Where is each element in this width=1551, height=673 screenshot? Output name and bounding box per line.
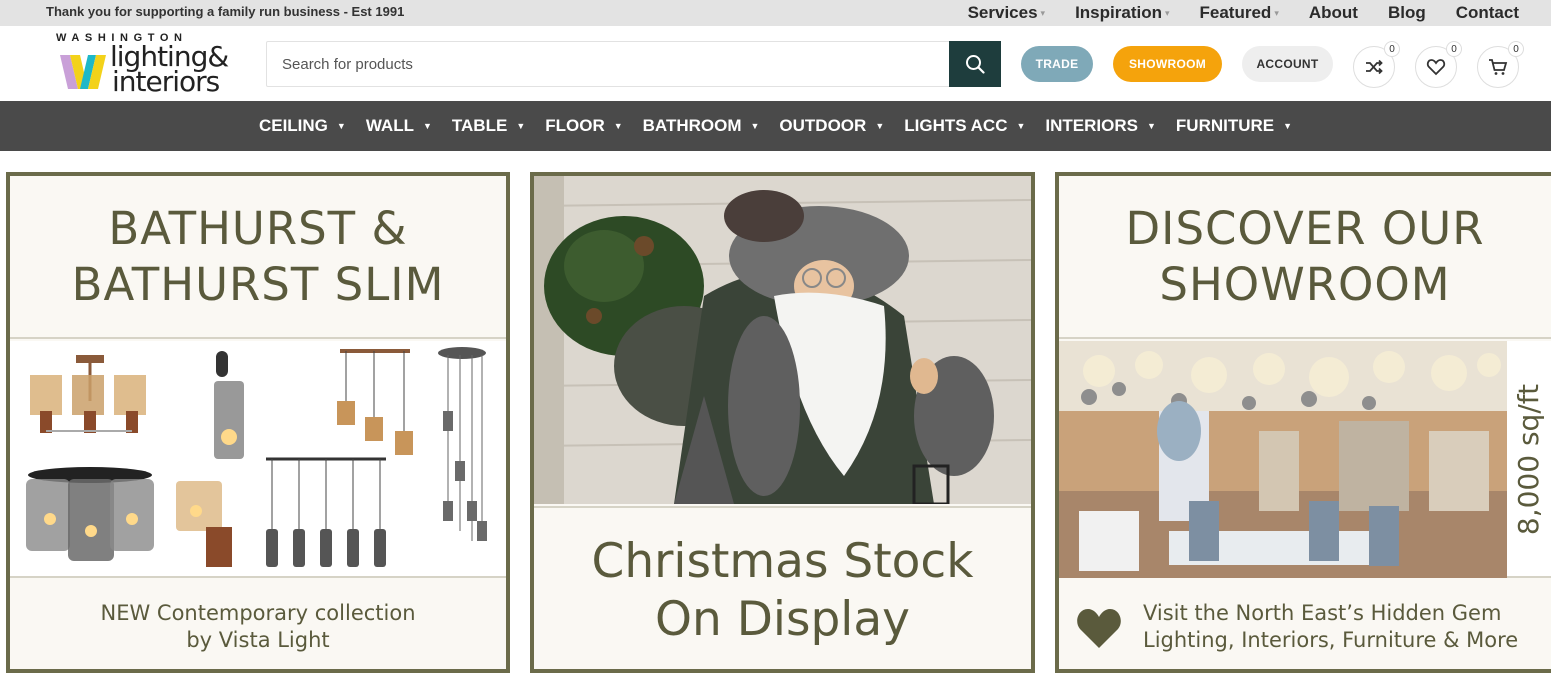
promo-panel-showroom[interactable]: DISCOVER OUR SHOWROOM 8,000 sq/ft Visit …: [1055, 172, 1551, 673]
main-nav-floor[interactable]: FLOOR ▼: [545, 116, 622, 136]
cart-count-badge: 0: [1508, 41, 1524, 57]
panel-title-line1: Christmas Stock: [591, 533, 974, 589]
main-nav-label: WALL: [365, 116, 414, 135]
panel-subtitle: Christmas Stock On Display: [534, 506, 1031, 669]
chevron-down-icon: ▾: [1274, 7, 1279, 18]
main-nav-interiors[interactable]: INTERIORS ▼: [1045, 116, 1155, 136]
panel-subtitle-line2: Lighting, Interiors, Furniture & More: [1143, 628, 1519, 652]
caret-down-icon: ▼: [422, 121, 432, 131]
promo-panel-bathurst[interactable]: BATHURST & BATHURST SLIM NEW Contemporar…: [6, 172, 510, 673]
panel-subtitle-line1: Visit the North East’s Hidden Gem: [1143, 601, 1502, 625]
main-nav-label: FLOOR: [545, 116, 605, 135]
search-input[interactable]: [267, 42, 950, 86]
main-nav-table[interactable]: TABLE ▼: [452, 116, 525, 136]
panel-heading: DISCOVER OUR SHOWROOM: [1059, 176, 1551, 339]
top-bar: Thank you for supporting a family run bu…: [0, 0, 1551, 26]
tagline: Thank you for supporting a family run bu…: [46, 4, 405, 19]
heart-icon: [1426, 59, 1446, 76]
main-nav-label: TABLE: [451, 116, 508, 135]
wishlist-count-badge: 0: [1446, 41, 1462, 57]
top-nav: Services ▾ Inspiration ▾ Featured ▾ About B…: [938, 0, 1519, 26]
top-nav-label: Services: [967, 3, 1038, 22]
showroom-photo: [1059, 341, 1551, 578]
wishlist-button[interactable]: 0: [1415, 41, 1462, 88]
panel-heading: BATHURST & BATHURST SLIM: [10, 176, 506, 339]
main-nav-label: OUTDOOR: [779, 116, 867, 135]
top-nav-label: Contact: [1455, 3, 1519, 22]
main-nav-ceiling[interactable]: CEILING ▼: [259, 116, 346, 136]
panel-title-line1: DISCOVER OUR: [1125, 201, 1485, 255]
showroom-area-text: 8,000 sq/ft: [1512, 383, 1546, 536]
main-nav-label: INTERIORS: [1045, 116, 1138, 135]
top-nav-label: About: [1308, 3, 1358, 22]
showroom-area-label: 8,000 sq/ft: [1507, 341, 1551, 578]
cart-icon: [1489, 59, 1508, 75]
top-nav-label: Featured: [1199, 3, 1272, 22]
main-nav-label: BATHROOM: [642, 116, 742, 135]
caret-down-icon: ▼: [1283, 121, 1293, 131]
panel-subtitle: NEW Contemporary collection by Vista Lig…: [10, 580, 506, 669]
account-button[interactable]: ACCOUNT: [1242, 46, 1333, 82]
panel-title-line2: BATHURST SLIM: [71, 257, 445, 311]
main-nav-bathroom[interactable]: BATHROOM ▼: [643, 116, 760, 136]
santa-illustration: [534, 176, 1031, 506]
top-nav-label: Blog: [1387, 3, 1426, 22]
panel-subtitle: Visit the North East’s Hidden Gem Lighti…: [1059, 580, 1551, 669]
main-nav-label: CEILING: [258, 116, 328, 135]
caret-down-icon: ▼: [516, 121, 526, 131]
santa-figure-image: [534, 176, 1031, 506]
site-logo[interactable]: WASHINGTON lighting& interiors: [56, 32, 240, 98]
top-nav-blog[interactable]: Blog: [1388, 3, 1426, 23]
shuffle-icon: [1366, 59, 1383, 75]
top-nav-featured[interactable]: Featured ▾: [1200, 3, 1279, 23]
top-nav-inspiration[interactable]: Inspiration ▾: [1075, 3, 1169, 23]
caret-down-icon: ▼: [875, 121, 885, 131]
site-header: WASHINGTON lighting& interiors TRADE SHO…: [0, 26, 1551, 101]
trade-button[interactable]: TRADE: [1021, 46, 1093, 82]
search-bar: [266, 41, 1001, 87]
cart-button[interactable]: 0: [1477, 41, 1524, 88]
top-nav-label: Inspiration: [1075, 3, 1162, 22]
heart-icon: [1077, 609, 1121, 648]
panel-title-line2: SHOWROOM: [1159, 257, 1451, 311]
main-nav-wall[interactable]: WALL ▼: [366, 116, 432, 136]
showroom-interior-illustration: [1059, 341, 1507, 578]
main-nav-furniture[interactable]: FURNITURE ▼: [1176, 116, 1292, 136]
search-button[interactable]: [949, 41, 1001, 87]
logo-line2: interiors: [112, 65, 220, 98]
caret-down-icon: ▼: [1016, 121, 1026, 131]
chevron-down-icon: ▾: [1040, 7, 1046, 18]
search-icon: [966, 55, 985, 74]
main-nav-outdoor[interactable]: OUTDOOR ▼: [779, 116, 884, 136]
caret-down-icon: ▼: [750, 121, 760, 131]
promo-panel-christmas[interactable]: Christmas Stock On Display: [530, 172, 1035, 673]
showroom-button[interactable]: SHOWROOM: [1113, 46, 1222, 82]
main-nav: CEILING ▼ WALL ▼ TABLE ▼ FLOOR ▼ BATHROOM ▼ O…: [0, 101, 1551, 151]
top-nav-about[interactable]: About: [1309, 3, 1358, 23]
panel-title-line2: On Display: [655, 591, 910, 647]
bathurst-product-image: [10, 341, 506, 578]
top-nav-services[interactable]: Services ▾: [968, 3, 1045, 23]
main-nav-label: FURNITURE: [1175, 116, 1275, 135]
main-nav-lights-acc[interactable]: LIGHTS ACC ▼: [904, 116, 1025, 136]
caret-down-icon: ▼: [1146, 121, 1156, 131]
logo-w-mark: [60, 55, 106, 89]
compare-button[interactable]: 0: [1353, 41, 1400, 88]
top-nav-contact[interactable]: Contact: [1456, 3, 1519, 23]
compare-count-badge: 0: [1384, 41, 1400, 57]
main-nav-label: LIGHTS ACC: [904, 116, 1008, 135]
panel-title-line1: BATHURST &: [108, 201, 408, 255]
caret-down-icon: ▼: [613, 121, 623, 131]
panel-subtitle-line1: NEW Contemporary collection: [100, 600, 416, 625]
pendant-lights-illustration: [26, 347, 487, 567]
chevron-down-icon: ▾: [1164, 7, 1170, 18]
caret-down-icon: ▼: [336, 121, 346, 131]
panel-subtitle-line2: by Vista Light: [186, 627, 330, 652]
